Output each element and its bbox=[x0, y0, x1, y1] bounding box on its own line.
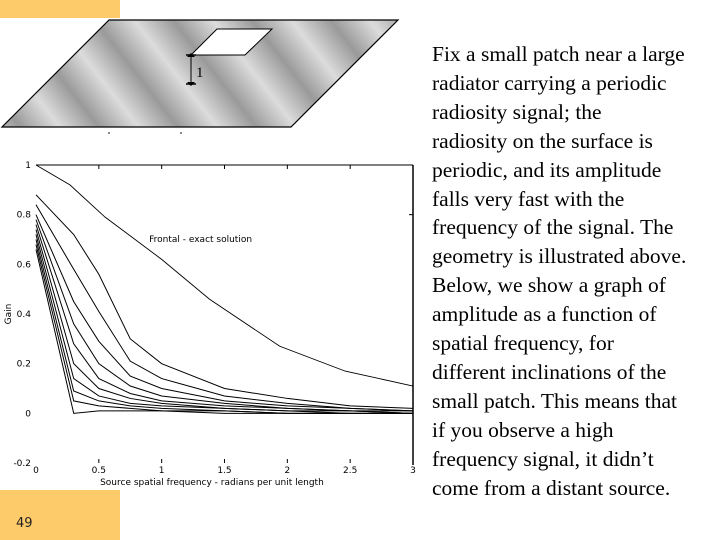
y-tick-label: 1 bbox=[25, 161, 31, 171]
y-tick-label: 0.8 bbox=[17, 211, 32, 221]
body-line: different inclinations of the bbox=[432, 359, 667, 384]
stray-mark bbox=[180, 132, 182, 134]
body-line: amplitude as a function of bbox=[432, 302, 657, 327]
body-line: Below, we show a graph of bbox=[432, 273, 666, 298]
series-line bbox=[35, 239, 413, 414]
y-tick-label: 0 bbox=[25, 409, 31, 419]
geometry-diagram: 1 bbox=[0, 19, 400, 134]
series-line bbox=[35, 224, 414, 414]
series-line bbox=[35, 229, 414, 414]
x-tick-label: 2 bbox=[284, 466, 290, 476]
accent-band-bottom bbox=[0, 490, 120, 540]
body-line: Fix a small patch near a large bbox=[432, 42, 685, 66]
x-tick-label: 1 bbox=[159, 466, 165, 476]
body-line: periodic, and its amplitude bbox=[432, 157, 662, 182]
body-line: spatial frequency, for bbox=[432, 331, 614, 356]
y-tick-label: 0.2 bbox=[17, 360, 31, 370]
body-line: frequency of the signal. The bbox=[432, 215, 674, 240]
x-tick-label: 2.5 bbox=[343, 466, 357, 476]
y-tick-label: 0.6 bbox=[17, 260, 32, 270]
body-line: frequency signal, it didn’t bbox=[432, 446, 654, 471]
x-tick-label: 0 bbox=[33, 466, 39, 476]
y-tick-label: -0.2 bbox=[13, 459, 31, 469]
body-line: radiator carrying a periodic bbox=[432, 70, 667, 95]
body-line: falls very fast with the bbox=[432, 186, 625, 211]
annotation-frontal: Frontal - exact solution bbox=[149, 235, 252, 245]
x-axis-label: Source spatial frequency - radians per u… bbox=[100, 478, 324, 488]
body-line: if you observe a high bbox=[432, 417, 614, 442]
slide-number: 49 bbox=[16, 516, 33, 531]
body-line: geometry is illustrated above. bbox=[432, 244, 687, 269]
x-tick-label: 0.5 bbox=[92, 466, 106, 476]
stray-mark bbox=[108, 132, 110, 134]
height-label: 1 bbox=[196, 65, 204, 81]
x-tick-label: 1.5 bbox=[217, 466, 231, 476]
body-line: radiosity on the surface is bbox=[432, 128, 653, 153]
y-axis-label: Gain bbox=[4, 304, 14, 325]
series-line bbox=[35, 234, 413, 414]
body-line: radiosity signal; the bbox=[432, 99, 602, 124]
slide-body-text: Fix a small patch near a large radiator c… bbox=[432, 40, 720, 503]
body-line: small patch. This means that bbox=[432, 388, 678, 413]
y-tick-label: 0.4 bbox=[17, 310, 32, 320]
gain-chart: 0 0.5 1 1.5 2 2.5 3-0.200.20.40.60.81 Frontal … bbox=[4, 161, 416, 488]
body-line: come from a distant source. bbox=[432, 475, 671, 500]
x-tick-label: 3 bbox=[410, 466, 416, 476]
